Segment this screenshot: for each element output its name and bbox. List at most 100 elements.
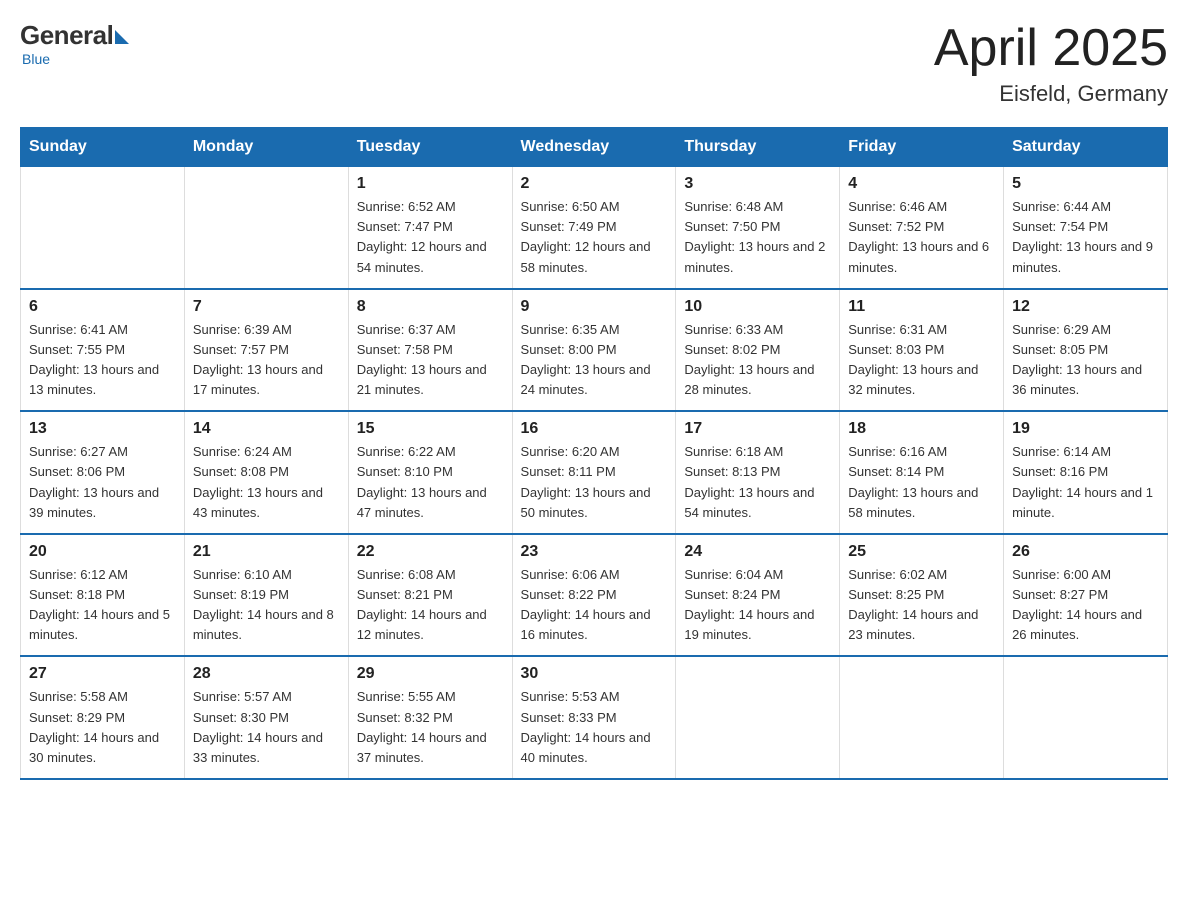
calendar-cell: 10Sunrise: 6:33 AMSunset: 8:02 PMDayligh… [676, 289, 840, 412]
day-number: 28 [193, 665, 340, 683]
day-info: Sunrise: 6:24 AMSunset: 8:08 PMDaylight:… [193, 442, 340, 523]
calendar-cell: 17Sunrise: 6:18 AMSunset: 8:13 PMDayligh… [676, 411, 840, 534]
col-friday: Friday [840, 128, 1004, 167]
logo-arrow-icon [115, 30, 129, 44]
calendar-cell: 25 Sunrise: 6:02 AMSunset: 8:25 PMDayligh… [840, 534, 1004, 657]
logo: General Blue [20, 20, 129, 67]
day-info: Sunrise: 6:52 AMSunset: 7:47 PMDaylight:… [357, 197, 504, 278]
day-info: Sunrise: 6:44 AMSunset: 7:54 PMDaylight:… [1012, 197, 1159, 278]
day-number: 4 [848, 175, 995, 193]
location-subtitle: Eisfeld, Germany [934, 81, 1168, 107]
day-info: Sunrise: 6:50 AMSunset: 7:49 PMDaylight:… [521, 197, 668, 278]
col-thursday: Thursday [676, 128, 840, 167]
day-info: Sunrise: 6:14 AMSunset: 8:16 PMDaylight:… [1012, 442, 1159, 523]
day-number: 8 [357, 298, 504, 316]
calendar-cell: 6 Sunrise: 6:41 AMSunset: 7:55 PMDaylight… [21, 289, 185, 412]
day-info: Sunrise: 6:46 AMSunset: 7:52 PMDaylight:… [848, 197, 995, 278]
calendar-cell: 14Sunrise: 6:24 AMSunset: 8:08 PMDayligh… [184, 411, 348, 534]
calendar-cell: 21 Sunrise: 6:10 AMSunset: 8:19 PMDayligh… [184, 534, 348, 657]
calendar-cell [676, 656, 840, 779]
day-info: Sunrise: 6:29 AMSunset: 8:05 PMDaylight:… [1012, 320, 1159, 401]
day-info: Sunrise: 6:48 AMSunset: 7:50 PMDaylight:… [684, 197, 831, 278]
day-number: 11 [848, 298, 995, 316]
day-info: Sunrise: 6:04 AMSunset: 8:24 PMDaylight:… [684, 565, 831, 646]
day-info: Sunrise: 6:39 AMSunset: 7:57 PMDaylight:… [193, 320, 340, 401]
calendar-cell: 15 Sunrise: 6:22 AMSunset: 8:10 PMDayligh… [348, 411, 512, 534]
day-info: Sunrise: 6:10 AMSunset: 8:19 PMDaylight:… [193, 565, 340, 646]
day-number: 7 [193, 298, 340, 316]
day-number: 16 [521, 420, 668, 438]
logo-general-text: General [20, 20, 113, 51]
calendar-week-row: 1 Sunrise: 6:52 AMSunset: 7:47 PMDaylight… [21, 167, 1168, 289]
day-number: 10 [684, 298, 831, 316]
day-number: 23 [521, 543, 668, 561]
day-info: Sunrise: 5:55 AMSunset: 8:32 PMDaylight:… [357, 687, 504, 768]
calendar-cell [21, 167, 185, 289]
calendar-cell [184, 167, 348, 289]
day-info: Sunrise: 6:35 AMSunset: 8:00 PMDaylight:… [521, 320, 668, 401]
day-number: 24 [684, 543, 831, 561]
day-number: 3 [684, 175, 831, 193]
calendar-cell: 19 Sunrise: 6:14 AMSunset: 8:16 PMDayligh… [1004, 411, 1168, 534]
day-number: 20 [29, 543, 176, 561]
day-info: Sunrise: 5:58 AMSunset: 8:29 PMDaylight:… [29, 687, 176, 768]
calendar-week-row: 13Sunrise: 6:27 AMSunset: 8:06 PMDayligh… [21, 411, 1168, 534]
calendar-week-row: 27 Sunrise: 5:58 AMSunset: 8:29 PMDayligh… [21, 656, 1168, 779]
calendar-cell: 24 Sunrise: 6:04 AMSunset: 8:24 PMDayligh… [676, 534, 840, 657]
col-sunday: Sunday [21, 128, 185, 167]
logo-top: General [20, 20, 129, 51]
calendar-cell: 11 Sunrise: 6:31 AMSunset: 8:03 PMDayligh… [840, 289, 1004, 412]
day-info: Sunrise: 6:02 AMSunset: 8:25 PMDaylight:… [848, 565, 995, 646]
calendar-cell: 3 Sunrise: 6:48 AMSunset: 7:50 PMDaylight… [676, 167, 840, 289]
day-number: 5 [1012, 175, 1159, 193]
calendar-cell: 26Sunrise: 6:00 AMSunset: 8:27 PMDayligh… [1004, 534, 1168, 657]
day-number: 30 [521, 665, 668, 683]
month-year-title: April 2025 [934, 20, 1168, 77]
day-info: Sunrise: 6:41 AMSunset: 7:55 PMDaylight:… [29, 320, 176, 401]
day-number: 6 [29, 298, 176, 316]
day-number: 27 [29, 665, 176, 683]
day-info: Sunrise: 6:18 AMSunset: 8:13 PMDaylight:… [684, 442, 831, 523]
calendar-cell: 7 Sunrise: 6:39 AMSunset: 7:57 PMDaylight… [184, 289, 348, 412]
calendar-cell [840, 656, 1004, 779]
day-number: 19 [1012, 420, 1159, 438]
day-info: Sunrise: 5:57 AMSunset: 8:30 PMDaylight:… [193, 687, 340, 768]
calendar-cell: 16Sunrise: 6:20 AMSunset: 8:11 PMDayligh… [512, 411, 676, 534]
page-header: General Blue April 2025 Eisfeld, Germany [20, 20, 1168, 107]
day-number: 12 [1012, 298, 1159, 316]
col-monday: Monday [184, 128, 348, 167]
calendar-cell: 27 Sunrise: 5:58 AMSunset: 8:29 PMDayligh… [21, 656, 185, 779]
day-number: 25 [848, 543, 995, 561]
calendar-cell: 18 Sunrise: 6:16 AMSunset: 8:14 PMDayligh… [840, 411, 1004, 534]
calendar-cell: 2 Sunrise: 6:50 AMSunset: 7:49 PMDaylight… [512, 167, 676, 289]
day-info: Sunrise: 6:06 AMSunset: 8:22 PMDaylight:… [521, 565, 668, 646]
calendar-week-row: 6 Sunrise: 6:41 AMSunset: 7:55 PMDaylight… [21, 289, 1168, 412]
day-number: 18 [848, 420, 995, 438]
calendar-week-row: 20 Sunrise: 6:12 AMSunset: 8:18 PMDayligh… [21, 534, 1168, 657]
day-info: Sunrise: 5:53 AMSunset: 8:33 PMDaylight:… [521, 687, 668, 768]
day-number: 29 [357, 665, 504, 683]
calendar-cell: 23 Sunrise: 6:06 AMSunset: 8:22 PMDayligh… [512, 534, 676, 657]
calendar-cell: 20 Sunrise: 6:12 AMSunset: 8:18 PMDayligh… [21, 534, 185, 657]
day-number: 15 [357, 420, 504, 438]
day-number: 21 [193, 543, 340, 561]
day-info: Sunrise: 6:22 AMSunset: 8:10 PMDaylight:… [357, 442, 504, 523]
day-info: Sunrise: 6:08 AMSunset: 8:21 PMDaylight:… [357, 565, 504, 646]
calendar-table: Sunday Monday Tuesday Wednesday Thursday… [20, 127, 1168, 780]
calendar-cell: 9Sunrise: 6:35 AMSunset: 8:00 PMDaylight… [512, 289, 676, 412]
calendar-cell: 5 Sunrise: 6:44 AMSunset: 7:54 PMDaylight… [1004, 167, 1168, 289]
day-info: Sunrise: 6:16 AMSunset: 8:14 PMDaylight:… [848, 442, 995, 523]
day-number: 1 [357, 175, 504, 193]
day-info: Sunrise: 6:31 AMSunset: 8:03 PMDaylight:… [848, 320, 995, 401]
day-number: 2 [521, 175, 668, 193]
day-info: Sunrise: 6:27 AMSunset: 8:06 PMDaylight:… [29, 442, 176, 523]
col-tuesday: Tuesday [348, 128, 512, 167]
col-wednesday: Wednesday [512, 128, 676, 167]
day-number: 26 [1012, 543, 1159, 561]
day-info: Sunrise: 6:12 AMSunset: 8:18 PMDaylight:… [29, 565, 176, 646]
calendar-cell: 1 Sunrise: 6:52 AMSunset: 7:47 PMDaylight… [348, 167, 512, 289]
calendar-cell [1004, 656, 1168, 779]
col-saturday: Saturday [1004, 128, 1168, 167]
calendar-cell: 4 Sunrise: 6:46 AMSunset: 7:52 PMDaylight… [840, 167, 1004, 289]
calendar-cell: 12 Sunrise: 6:29 AMSunset: 8:05 PMDayligh… [1004, 289, 1168, 412]
